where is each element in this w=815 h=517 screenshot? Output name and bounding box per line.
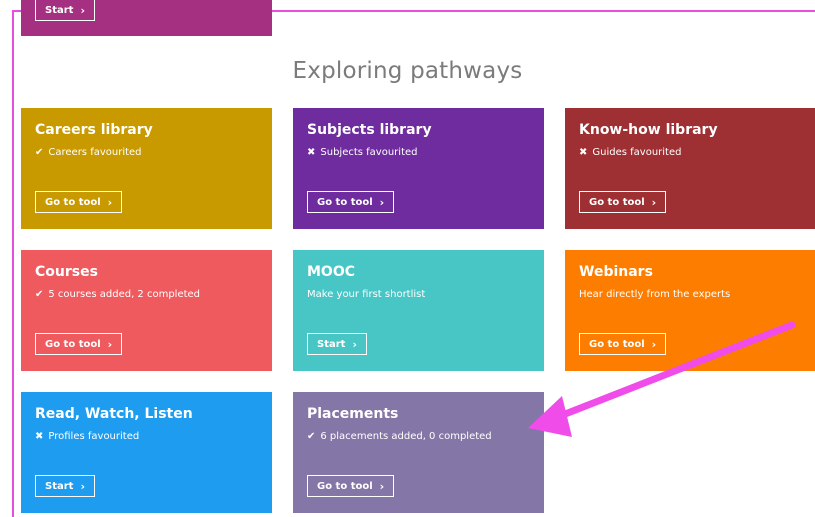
section-heading: Exploring pathways xyxy=(292,58,523,84)
tile-subjects-library: Subjects library ✖ Subjects favourited Go… xyxy=(293,108,544,229)
tile-status: ✖ Profiles favourited xyxy=(35,431,139,442)
cross-icon: ✖ xyxy=(307,147,316,158)
button-label: Start xyxy=(317,338,346,350)
chevron-right-icon: › xyxy=(379,195,385,209)
tile-know-how-library: Know-how library ✖ Guides favourited Go t… xyxy=(565,108,815,229)
tile-title: Read, Watch, Listen xyxy=(35,406,193,422)
button-label: Go to tool xyxy=(589,338,645,350)
status-text: 5 courses added, 2 completed xyxy=(48,289,201,300)
tile-mooc: MOOC Make your first shortlist Start › xyxy=(293,250,544,371)
tile-status: ✖ Subjects favourited xyxy=(307,147,418,158)
tile-courses: Courses ✔ 5 courses added, 2 completed Go… xyxy=(21,250,272,371)
start-button[interactable]: Start › xyxy=(35,475,95,497)
tile-status: Hear directly from the experts xyxy=(579,289,730,300)
go-to-tool-button[interactable]: Go to tool › xyxy=(579,333,667,355)
check-icon: ✔ xyxy=(35,147,44,158)
tile-status: ✖ Guides favourited xyxy=(579,147,681,158)
status-text: 6 placements added, 0 completed xyxy=(320,431,492,442)
status-text: Make your first shortlist xyxy=(307,289,426,300)
tile-title: Careers library xyxy=(35,122,153,138)
tile-placements: Placements ✔ 6 placements added, 0 comple… xyxy=(293,392,544,513)
go-to-tool-button[interactable]: Go to tool › xyxy=(35,191,123,213)
tile-title: Courses xyxy=(35,264,98,280)
cross-icon: ✖ xyxy=(579,147,588,158)
tile-careers-library: Careers library ✔ Careers favourited Go t… xyxy=(21,108,272,229)
tile-status: ✔ Careers favourited xyxy=(35,147,142,158)
chevron-right-icon: › xyxy=(107,337,113,351)
chevron-right-icon: › xyxy=(107,195,113,209)
top-tile-start-button[interactable]: Start › xyxy=(35,0,95,21)
chevron-right-icon: › xyxy=(80,479,85,493)
button-label: Start xyxy=(45,4,74,16)
tile-title: Subjects library xyxy=(307,122,432,138)
chevron-right-icon: › xyxy=(651,195,657,209)
button-label: Go to tool xyxy=(45,338,101,350)
status-text: Profiles favourited xyxy=(48,431,140,442)
chevron-right-icon: › xyxy=(379,479,385,493)
go-to-tool-button[interactable]: Go to tool › xyxy=(307,191,395,213)
tile-title: MOOC xyxy=(307,264,356,280)
button-label: Go to tool xyxy=(589,196,645,208)
go-to-tool-button[interactable]: Go to tool › xyxy=(579,191,667,213)
status-text: Subjects favourited xyxy=(320,147,418,158)
tile-read-watch-listen: Read, Watch, Listen ✖ Profiles favourited… xyxy=(21,392,272,513)
tile-top-partial: Start › xyxy=(21,0,272,36)
status-text: Hear directly from the experts xyxy=(579,289,731,300)
status-text: Careers favourited xyxy=(48,147,142,158)
go-to-tool-button[interactable]: Go to tool › xyxy=(35,333,123,355)
button-label: Go to tool xyxy=(45,196,101,208)
button-label: Go to tool xyxy=(317,196,373,208)
button-label: Start xyxy=(45,480,74,492)
go-to-tool-button[interactable]: Go to tool › xyxy=(307,475,395,497)
tile-title: Webinars xyxy=(579,264,653,280)
start-button[interactable]: Start › xyxy=(307,333,367,355)
button-label: Go to tool xyxy=(317,480,373,492)
chevron-right-icon: › xyxy=(651,337,657,351)
tile-status: ✔ 5 courses added, 2 completed xyxy=(35,289,200,300)
tile-status: ✔ 6 placements added, 0 completed xyxy=(307,431,492,442)
check-icon: ✔ xyxy=(35,289,44,300)
tile-status: Make your first shortlist xyxy=(307,289,425,300)
chevron-right-icon: › xyxy=(352,337,357,351)
tile-webinars: Webinars Hear directly from the experts … xyxy=(565,250,815,371)
chevron-right-icon: › xyxy=(80,3,85,17)
tile-title: Placements xyxy=(307,406,399,422)
status-text: Guides favourited xyxy=(592,147,682,158)
check-icon: ✔ xyxy=(307,431,316,442)
tile-title: Know-how library xyxy=(579,122,718,138)
cross-icon: ✖ xyxy=(35,431,44,442)
